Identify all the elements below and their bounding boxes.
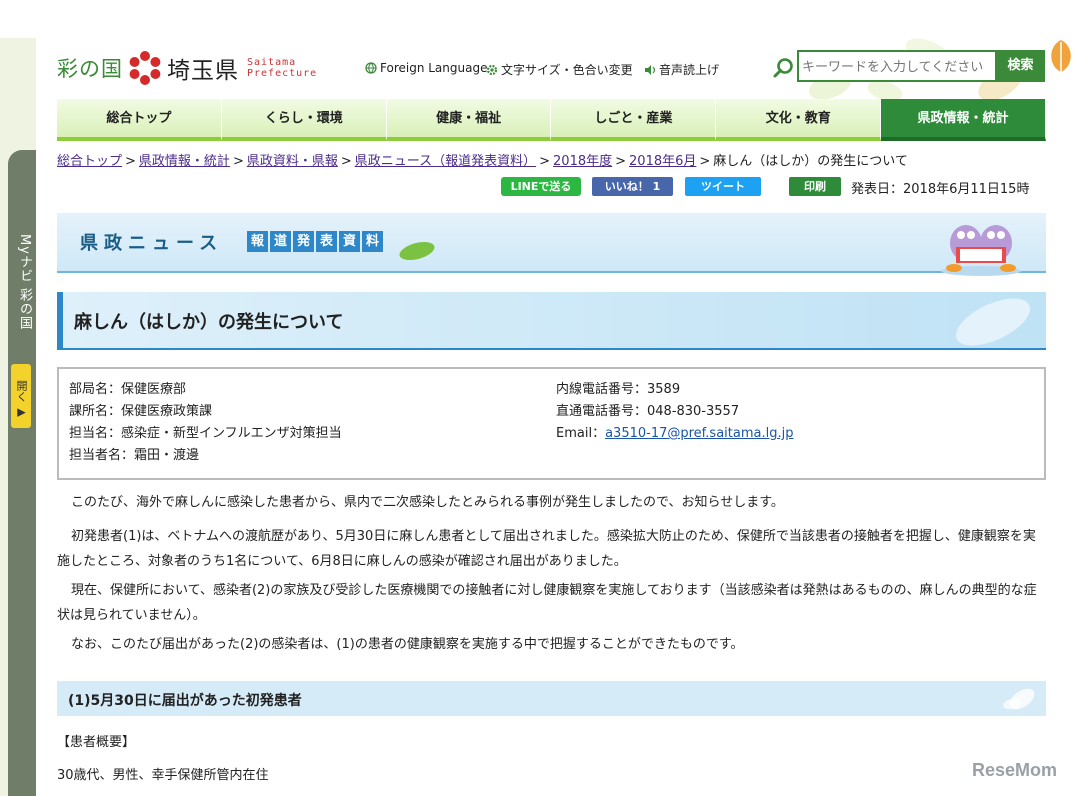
mascot-birds-icon	[941, 225, 1021, 276]
article-paragraph: なお、このたび届出があった(2)の感染者は、(1)の患者の健康観察を実施する中で…	[71, 637, 744, 652]
global-nav: 総合トップ くらし・環境 健康・福祉 しごと・産業 文化・教育 県政情報・統計	[57, 99, 1046, 141]
article-paragraph: このたび、海外で麻しんに感染した患者から、県内で二次感染したとみられる事例が発生…	[71, 495, 784, 510]
breadcrumb-separator: >	[699, 154, 711, 169]
banner-sub-char: 道	[270, 231, 291, 252]
logo-english: Saitama Prefecture	[247, 57, 317, 79]
font-color-change-label: 文字サイズ・色合い変更	[501, 63, 633, 77]
breadcrumb-link[interactable]: 県政情報・統計	[139, 154, 230, 169]
mynavi-label: Myナビ 彩の国	[17, 234, 32, 331]
contact-email-row: Email：a3510-17@pref.saitama.lg.jp	[556, 423, 793, 445]
breadcrumb: 総合トップ > 県政情報・統計 > 県政資料・県報 > 県政ニュース（報道発表資料） >201…	[57, 150, 908, 169]
banner-subtitle: 報 道 発 表 資 料	[247, 231, 385, 252]
banner-sub-char: 報	[247, 231, 268, 252]
leaf-icon	[399, 241, 435, 261]
contact-info-box: 部局名：保健医療部 課所名：保健医療政策課 担当名：感染症・新型インフルエンザ対…	[57, 367, 1046, 480]
breadcrumb-separator: >	[125, 154, 136, 169]
banner-sub-char: 料	[362, 231, 383, 252]
font-color-change-link[interactable]: 文字サイズ・色合い変更	[486, 61, 633, 78]
publish-date: 発表日：2018年6月11日15時	[851, 182, 1030, 197]
speaker-icon	[645, 64, 656, 75]
nav-item-life[interactable]: くらし・環境	[221, 99, 387, 141]
banner-title: 県政ニュース	[80, 233, 224, 254]
logo-en-line2: Prefecture	[247, 68, 318, 79]
search-button[interactable]: 検索	[996, 50, 1045, 82]
banner-sub-char: 発	[293, 231, 314, 252]
patient-info: 30歳代、男性、幸手保健所管内在住	[57, 768, 269, 783]
nav-item-top[interactable]: 総合トップ	[57, 99, 222, 141]
news-banner: 県政ニュース 報 道 発 表 資 料	[57, 213, 1046, 273]
banner-sub-char: 表	[316, 231, 337, 252]
breadcrumb-separator: >	[340, 154, 352, 169]
contact-charge: 担当名：感染症・新型インフルエンザ対策担当	[69, 426, 342, 441]
contact-ext-phone: 内線電話番号：3589	[556, 382, 681, 397]
leaf-icon	[1003, 688, 1035, 710]
nav-item-prefecture-info[interactable]: 県政情報・統計	[881, 99, 1046, 141]
logo-prefecture-name: 埼玉県	[167, 58, 239, 84]
breadcrumb-link[interactable]: 県政ニュース（報道発表資料）	[355, 154, 536, 169]
site-logo[interactable]: 彩の国 埼玉県 Saitama Prefecture	[57, 50, 317, 86]
foreign-language-link[interactable]: Foreign Language	[365, 61, 487, 75]
article-paragraph: 現在、保健所において、感染者(2)の家族及び受診した医療機関での接触者に対し健康…	[57, 583, 1037, 623]
text-to-speech-link[interactable]: 音声読上げ	[644, 61, 719, 78]
line-share-button[interactable]: LINEで送る	[501, 177, 581, 196]
search-icon	[773, 58, 793, 78]
logo-saino-text: 彩の国	[57, 57, 123, 81]
globe-icon	[365, 62, 377, 74]
breadcrumb-link[interactable]: 2018年6月	[629, 154, 696, 169]
contact-right-column: 内線電話番号：3589 直通電話番号：048-830-3557 Email：a3…	[556, 379, 793, 445]
nav-item-health[interactable]: 健康・福祉	[386, 99, 552, 141]
logo-en-line1: Saitama	[247, 57, 297, 68]
facebook-like-button[interactable]: いいね！ 1	[592, 177, 673, 196]
article-paragraph: 初発患者(1)は、ベトナムへの渡航歴があり、5月30日に麻しん患者として届出され…	[57, 529, 1036, 569]
print-button[interactable]: 印刷	[789, 177, 841, 196]
breadcrumb-separator: >	[232, 154, 244, 169]
mynavi-open-button[interactable]: 開く ▶	[11, 364, 31, 428]
nav-item-work[interactable]: しごと・産業	[551, 99, 717, 141]
patient-overview-label: 【患者概要】	[57, 735, 136, 750]
gear-icon	[486, 64, 498, 75]
search-input[interactable]	[797, 50, 997, 82]
banner-sub-char: 資	[339, 231, 360, 252]
foreign-language-label: Foreign Language	[380, 61, 488, 75]
contact-left-column: 部局名：保健医療部 課所名：保健医療政策課 担当名：感染症・新型インフルエンザ対…	[69, 379, 342, 467]
article-title-bar: 麻しん（はしか）の発生について	[57, 292, 1046, 350]
contact-direct-phone: 直通電話番号：048-830-3557	[556, 404, 740, 419]
breadcrumb-link[interactable]: 県政資料・県報	[247, 154, 338, 169]
text-to-speech-label: 音声読上げ	[659, 63, 720, 77]
breadcrumb-link[interactable]: 2018年度	[553, 154, 612, 169]
contact-section: 課所名：保健医療政策課	[69, 404, 213, 419]
section-heading: (1)5月30日に届出があった初発患者	[68, 693, 302, 709]
section-heading-bar: (1)5月30日に届出があった初発患者	[57, 681, 1046, 716]
contact-person: 担当者名：霜田・渡邊	[69, 448, 200, 463]
contact-email-label: Email：	[556, 426, 606, 441]
prefecture-emblem-icon	[129, 51, 161, 85]
orange-leaf-icon	[1051, 40, 1071, 72]
tweet-button[interactable]: ツイート	[685, 177, 761, 196]
leaf-watermark-icon	[955, 298, 1031, 346]
resemom-watermark: ReseMom	[972, 760, 1058, 780]
contact-dept: 部局名：保健医療部	[69, 382, 187, 397]
breadcrumb-separator: >	[539, 154, 551, 169]
nav-item-culture[interactable]: 文化・教育	[716, 99, 882, 141]
contact-email-link[interactable]: a3510-17@pref.saitama.lg.jp	[605, 426, 793, 441]
breadcrumb-separator: >	[615, 154, 627, 169]
article-title: 麻しん（はしか）の発生について	[74, 312, 344, 333]
breadcrumb-link[interactable]: 総合トップ	[57, 154, 122, 169]
breadcrumb-current: 麻しん（はしか）の発生について	[713, 154, 908, 169]
